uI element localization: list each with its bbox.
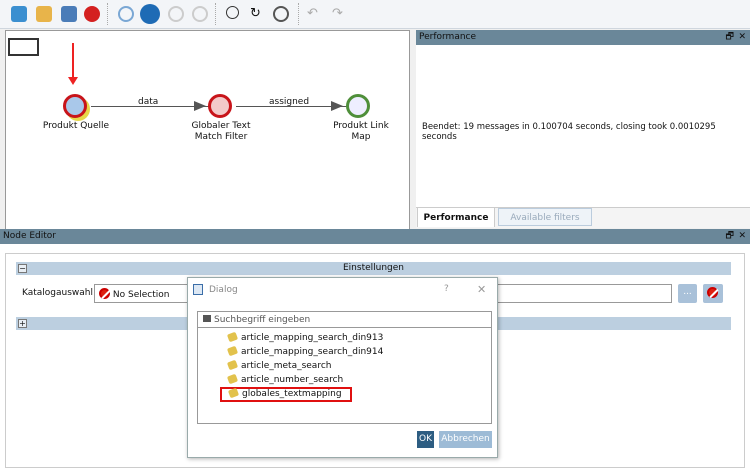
list-item[interactable]: article_mapping_search_din914 [226,345,383,359]
list-item-highlighted[interactable]: globales_textmapping [220,387,352,402]
node-label: Globaler Text [191,121,251,131]
list-item[interactable]: article_number_search [226,373,343,387]
node-label: Produkt Link [333,121,389,131]
close-icon[interactable]: ✕ [738,229,746,244]
panel-title-bar: Performance 🗗 ✕ [416,30,750,45]
catalog-label: Katalogauswahl: [22,288,97,298]
search-index-icon [227,387,240,399]
dialog-icon [193,284,203,295]
undo-icon[interactable]: ↶ [307,6,323,22]
refresh-icon[interactable]: ↻ [250,6,266,22]
ok-button[interactable]: OK [417,431,434,448]
stop-run-icon[interactable] [192,6,208,22]
node-label: Map [351,132,371,142]
save-icon[interactable] [61,6,77,22]
open-file-icon[interactable] [36,6,52,22]
close-button[interactable]: ✕ [477,283,486,296]
play-icon[interactable] [118,6,134,22]
section-einstellungen[interactable]: − Einstellungen [16,262,731,275]
open-folder-icon[interactable] [11,6,27,22]
search-index-icon [226,331,239,343]
graph-canvas[interactable]: data assigned Produkt Quelle Globaler Te… [5,30,410,230]
list-item[interactable]: article_mapping_search_din913 [226,331,383,345]
search-index-icon [226,345,239,357]
node-produkt-link-map[interactable] [346,94,370,118]
node-globaler-text-match-filter[interactable] [208,94,232,118]
search-input[interactable]: Suchbegriff eingeben [197,311,492,328]
restore-icon[interactable]: 🗗 [726,229,734,244]
cloud-icon[interactable] [140,4,160,24]
expand-icon[interactable]: + [18,319,27,328]
node-label: Match Filter [194,132,248,142]
no-selection-icon [707,287,718,298]
panel-title: Node Editor [3,231,56,241]
stop-icon[interactable] [84,6,100,22]
no-selection-icon [99,288,110,299]
layout-icon[interactable] [226,6,239,19]
minimap[interactable] [8,38,39,56]
red-arrowhead-icon [68,77,78,85]
edge-label: assigned [269,97,310,107]
dialog: Dialog ? ✕ Suchbegriff eingeben article_… [187,277,498,458]
search-index-icon [226,373,239,385]
toolbar: ↻ ↶ ↷ [0,0,750,29]
red-arrow-icon [72,43,74,81]
pause-icon[interactable] [168,6,184,22]
clear-selection-button[interactable] [703,284,723,303]
node-produkt-quelle[interactable] [63,94,87,118]
search-placeholder: Suchbegriff eingeben [214,315,311,325]
dialog-title: Dialog [209,285,238,295]
edge-arrow-icon [194,101,206,111]
node-label: Produkt Quelle [42,121,110,131]
edge-label: data [138,97,159,107]
tab-available-filters[interactable]: Available filters [498,208,592,226]
help-button[interactable]: ? [444,284,449,294]
list-item[interactable]: article_meta_search [226,359,331,373]
tab-performance[interactable]: Performance [417,207,495,227]
performance-message: Beendet: 19 messages in 0.100704 seconds… [422,122,716,142]
collapse-icon[interactable]: − [18,264,27,273]
browse-button[interactable]: ... [678,284,697,303]
restore-icon[interactable]: 🗗 [726,30,734,45]
edge-arrow-icon [331,101,343,111]
zoom-region-icon[interactable] [273,6,289,22]
cancel-button[interactable]: Abbrechen [439,431,492,448]
section-title: Einstellungen [342,263,404,273]
close-icon[interactable]: ✕ [738,30,746,45]
panel-title: Performance [419,32,477,42]
search-index-icon [226,359,239,371]
result-list[interactable]: article_mapping_search_din913 article_ma… [197,328,492,424]
binoculars-icon [203,315,211,322]
performance-panel: Performance 🗗 ✕ Beendet: 19 messages in … [416,30,750,228]
catalog-value: No Selection [112,290,170,300]
redo-icon[interactable]: ↷ [332,6,348,22]
panel-title-bar: Node Editor 🗗 ✕ [0,229,750,244]
